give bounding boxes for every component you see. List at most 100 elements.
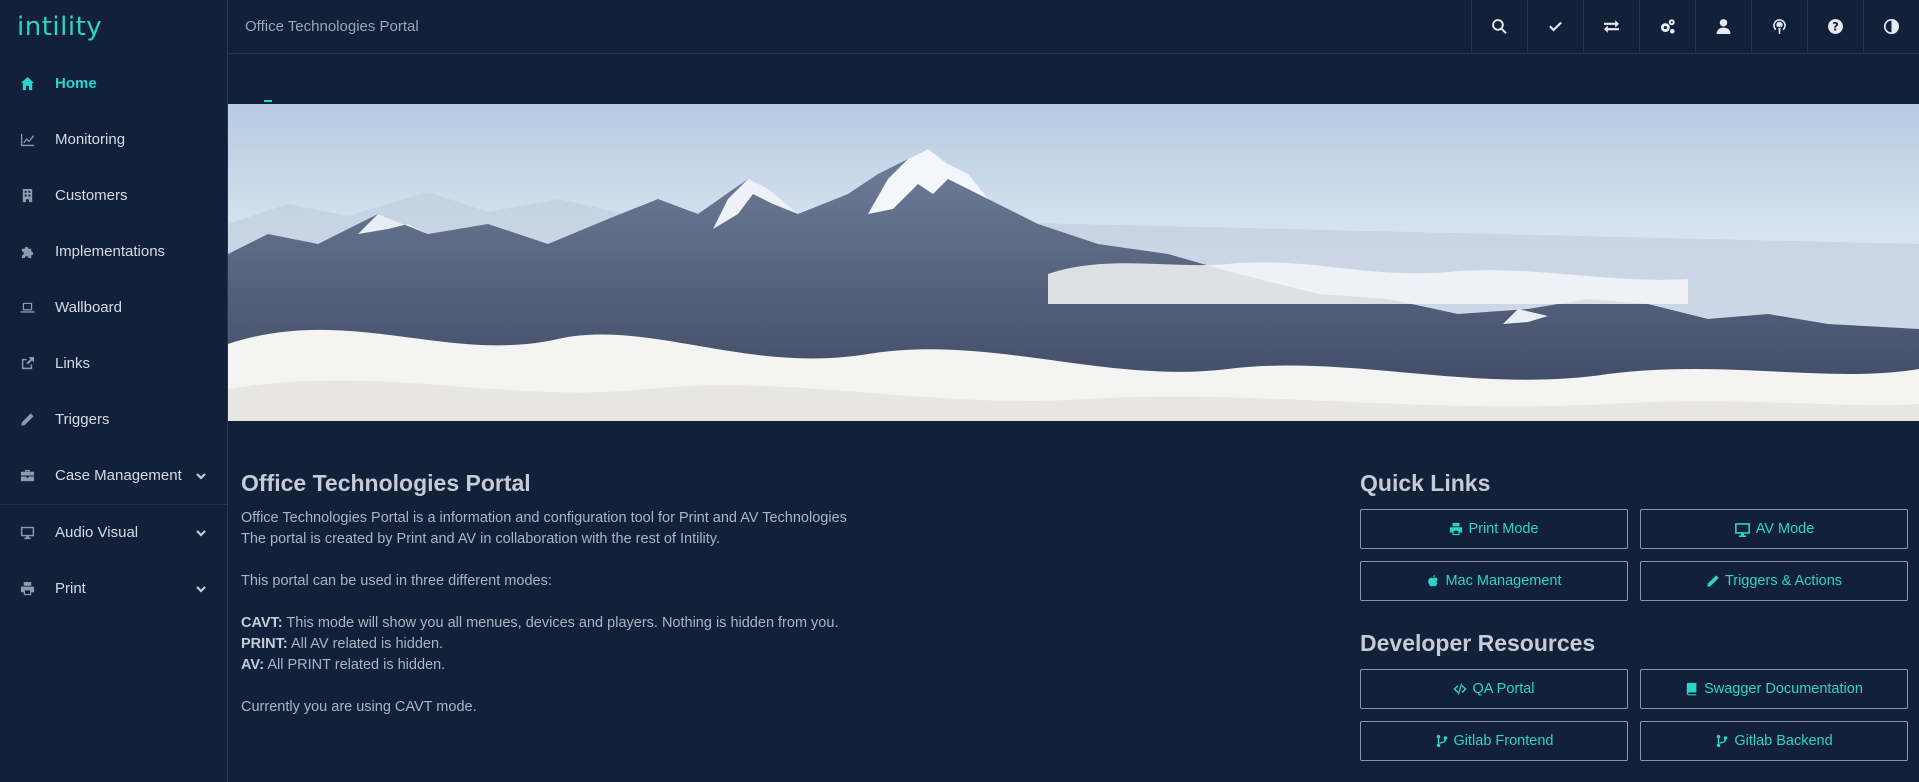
sidebar-item-label: Monitoring [55, 130, 126, 148]
gitlab-backend-button[interactable]: Gitlab Backend [1640, 721, 1908, 761]
monitor-icon [20, 525, 35, 540]
mode-description: All AV related is hidden. [287, 636, 444, 652]
intro-section: Office Technologies Portal Office Techno… [241, 470, 1141, 718]
chart-line-icon [20, 132, 35, 147]
intro-heading: Office Technologies Portal [241, 470, 531, 496]
sidebar-item-triggers[interactable]: Triggers [0, 399, 227, 439]
chevron-down-icon[interactable] [195, 582, 207, 594]
current-mode-text: Currently you are using CAVT mode. [241, 699, 477, 715]
laptop-icon [20, 300, 35, 315]
printer-icon [1450, 522, 1463, 536]
sidebar-item-label: Wallboard [55, 298, 122, 316]
sidebar-item-wallboard[interactable]: Wallboard [0, 287, 227, 327]
av-mode-button[interactable]: AV Mode [1640, 509, 1908, 549]
mode-name: PRINT: [241, 636, 288, 652]
pencil-icon [1707, 575, 1719, 587]
user-icon [1716, 19, 1731, 34]
chevron-down-icon[interactable] [195, 469, 207, 481]
podcast-icon [1773, 19, 1786, 34]
developer-resources-grid: QA Portal Swagger Documentation Gitlab F… [1360, 669, 1908, 761]
tasks-button[interactable] [1527, 0, 1583, 54]
mode-cavt: CAVT: This mode will show you all menues… [241, 613, 1141, 634]
sidebar-item-monitoring[interactable]: Monitoring [0, 119, 227, 159]
developer-resources-heading: Developer Resources [1360, 630, 1596, 656]
sidebar-item-label: Print [55, 579, 86, 597]
help-button[interactable]: ? [1807, 0, 1863, 54]
button-label: Gitlab Frontend [1453, 733, 1554, 749]
sidebar-item-label: Home [55, 74, 97, 92]
intro-modes-lead: This portal can be used in three differe… [241, 573, 552, 589]
mode-av: AV: All PRINT related is hidden. [241, 655, 1141, 676]
sidebar-item-label: Audio Visual [55, 523, 139, 541]
quick-links-heading: Quick Links [1360, 470, 1491, 496]
puzzle-icon [20, 244, 35, 259]
sidebar-item-print[interactable]: Print [0, 568, 227, 608]
home-icon [20, 76, 35, 91]
sidebar-item-label: Implementations [55, 242, 166, 260]
intility-logo[interactable]: intility [0, 0, 227, 54]
mode-name: AV: [241, 657, 265, 673]
settings-button[interactable] [1639, 0, 1695, 54]
mode-description: All PRINT related is hidden. [264, 657, 446, 673]
apple-icon [1428, 574, 1439, 587]
mode-print: PRINT: All AV related is hidden. [241, 634, 1141, 655]
button-label: Gitlab Backend [1734, 733, 1833, 749]
swagger-documentation-button[interactable]: Swagger Documentation [1640, 669, 1908, 709]
button-label: QA Portal [1472, 681, 1535, 697]
sidebar-item-home[interactable]: Home [0, 63, 227, 103]
switch-button[interactable] [1583, 0, 1639, 54]
sidebar-item-customers[interactable]: Customers [0, 175, 227, 215]
theme-toggle-button[interactable] [1863, 0, 1919, 54]
button-label: Triggers & Actions [1724, 573, 1843, 589]
print-mode-button[interactable]: Print Mode [1360, 509, 1628, 549]
external-link-icon [20, 356, 35, 371]
intro-line: The portal is created by Print and AV in… [241, 531, 721, 547]
gitlab-frontend-button[interactable]: Gitlab Frontend [1360, 721, 1628, 761]
contrast-icon [1883, 18, 1900, 35]
sidebar-item-label: Triggers [55, 410, 110, 428]
qa-portal-button[interactable]: QA Portal [1360, 669, 1628, 709]
book-icon [1686, 682, 1697, 696]
check-icon [1549, 21, 1562, 32]
exchange-icon [1604, 20, 1619, 33]
help-icon: ? [1828, 19, 1843, 34]
sidebar: intility Home Monitoring Customers Imple… [0, 0, 228, 782]
branch-icon [1436, 734, 1447, 748]
page-title: Office Technologies Portal [245, 18, 419, 35]
tab-strip [228, 55, 1919, 104]
svg-text:?: ? [1832, 21, 1838, 34]
cogs-icon [1660, 19, 1675, 34]
quick-links-grid: Print Mode AV Mode Mac Management Trigge… [1360, 509, 1908, 601]
branch-icon [1717, 734, 1728, 748]
briefcase-icon [20, 468, 35, 483]
sidebar-divider [0, 504, 227, 505]
intro-line: Office Technologies Portal is a informat… [241, 510, 847, 526]
mode-description: This mode will show you all menues, devi… [282, 615, 839, 631]
active-tab-indicator [264, 100, 272, 102]
button-label: AV Mode [1755, 521, 1815, 537]
broadcast-button[interactable] [1751, 0, 1807, 54]
button-label: Swagger Documentation [1704, 681, 1863, 697]
sidebar-item-links[interactable]: Links [0, 343, 227, 383]
building-icon [20, 188, 35, 203]
button-label: Print Mode [1468, 521, 1539, 537]
chevron-down-icon[interactable] [195, 526, 207, 538]
triggers-actions-button[interactable]: Triggers & Actions [1640, 561, 1908, 601]
mac-management-button[interactable]: Mac Management [1360, 561, 1628, 601]
sidebar-item-label: Customers [55, 186, 128, 204]
sidebar-item-case-management[interactable]: Case Management [0, 455, 227, 495]
pencil-icon [20, 412, 35, 427]
sidebar-item-implementations[interactable]: Implementations [0, 231, 227, 271]
profile-button[interactable] [1695, 0, 1751, 54]
sidebar-item-audio-visual[interactable]: Audio Visual [0, 512, 227, 552]
links-panel: Quick Links Print Mode AV Mode Mac Manag… [1360, 470, 1908, 761]
button-label: Mac Management [1445, 573, 1562, 589]
code-icon [1453, 683, 1468, 695]
hero-mountain-image [228, 104, 1919, 421]
sidebar-item-label: Links [55, 354, 91, 372]
topbar: Office Technologies Portal ? [228, 0, 1919, 54]
search-button[interactable] [1471, 0, 1527, 54]
monitor-icon [1734, 522, 1750, 537]
search-icon [1492, 19, 1507, 35]
sidebar-item-label: Case Management [55, 466, 182, 484]
